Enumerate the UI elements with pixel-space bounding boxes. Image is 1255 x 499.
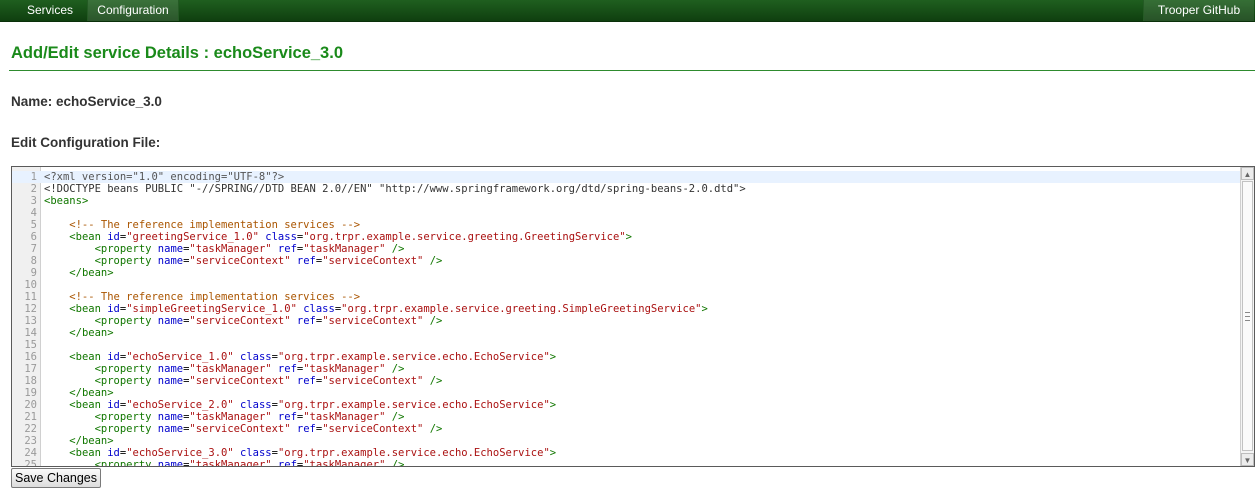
code-line[interactable]: 24 <bean id="echoService_3.0" class="org…: [12, 447, 1240, 459]
code-line[interactable]: 13 <property name="serviceContext" ref="…: [12, 315, 1240, 327]
code-line[interactable]: 11 <!-- The reference implementation ser…: [12, 291, 1240, 303]
line-number: 24: [24, 447, 37, 459]
line-number: 15: [24, 339, 37, 351]
line-number: 6: [30, 231, 37, 243]
line-number: 18: [24, 375, 37, 387]
line-number: 5: [30, 219, 37, 231]
line-code-text[interactable]: <property name="serviceContext" ref="ser…: [44, 423, 443, 435]
line-number: 21: [24, 411, 37, 423]
line-number: 4: [30, 207, 37, 219]
line-number: 14: [24, 327, 37, 339]
line-code-text[interactable]: <!-- The reference implementation servic…: [44, 219, 360, 231]
code-line[interactable]: 15: [12, 339, 1240, 351]
line-number: 13: [24, 315, 37, 327]
line-code-text[interactable]: <property name="serviceContext" ref="ser…: [44, 255, 443, 267]
code-line[interactable]: 21 <property name="taskManager" ref="tas…: [12, 411, 1240, 423]
line-code-text[interactable]: </bean>: [44, 327, 113, 339]
code-line[interactable]: 22 <property name="serviceContext" ref="…: [12, 423, 1240, 435]
code-line[interactable]: 2 <!DOCTYPE beans PUBLIC "-//SPRING//DTD …: [12, 183, 1240, 195]
code-line[interactable]: 19 </bean>: [12, 387, 1240, 399]
code-line[interactable]: 3 <beans>: [12, 195, 1240, 207]
code-line[interactable]: 6 <bean id="greetingService_1.0" class="…: [12, 231, 1240, 243]
line-code-text[interactable]: </bean>: [44, 267, 113, 279]
line-number: 3: [30, 195, 37, 207]
line-number: 7: [30, 243, 37, 255]
code-line[interactable]: 23 </bean>: [12, 435, 1240, 447]
scroll-thumb[interactable]: [1242, 181, 1253, 451]
line-number: 25: [24, 459, 37, 467]
line-number: 20: [24, 399, 37, 411]
nav-configuration-link[interactable]: Configuration: [87, 0, 179, 21]
nav-services-link[interactable]: Services: [15, 0, 85, 21]
line-code-text[interactable]: <?xml version="1.0" encoding="UTF-8"?>: [44, 171, 284, 183]
line-code-text[interactable]: <property name="serviceContext" ref="ser…: [44, 375, 443, 387]
edit-config-label: Edit Configuration File:: [11, 135, 161, 150]
line-code-text[interactable]: <!DOCTYPE beans PUBLIC "-//SPRING//DTD B…: [44, 183, 746, 195]
line-code-text[interactable]: <property name="serviceContext" ref="ser…: [44, 315, 443, 327]
editor-vertical-scrollbar[interactable]: ▲ ▼: [1240, 167, 1254, 466]
line-code-text[interactable]: <bean id="simpleGreetingService_1.0" cla…: [44, 303, 708, 315]
code-line[interactable]: 12 <bean id="simpleGreetingService_1.0" …: [12, 303, 1240, 315]
top-navbar: Services Configuration Trooper GitHub: [0, 0, 1255, 22]
code-line[interactable]: 8 <property name="serviceContext" ref="s…: [12, 255, 1240, 267]
nav-github-link[interactable]: Trooper GitHub: [1143, 0, 1254, 21]
scroll-up-arrow-icon[interactable]: ▲: [1241, 167, 1254, 180]
line-code-text[interactable]: <property name="taskManager" ref="taskMa…: [44, 243, 405, 255]
title-divider: [9, 70, 1255, 71]
line-number: 9: [30, 267, 37, 279]
service-name-label: Name: echoService_3.0: [11, 94, 162, 109]
code-line[interactable]: 17 <property name="taskManager" ref="tas…: [12, 363, 1240, 375]
line-code-text[interactable]: <!-- The reference implementation servic…: [44, 291, 360, 303]
line-code-text[interactable]: <bean id="echoService_1.0" class="org.tr…: [44, 351, 556, 363]
save-changes-button[interactable]: Save Changes: [11, 468, 102, 488]
code-line[interactable]: 14 </bean>: [12, 327, 1240, 339]
line-code-text[interactable]: <property name="taskManager" ref="taskMa…: [44, 411, 405, 423]
code-line[interactable]: 16 <bean id="echoService_1.0" class="org…: [12, 351, 1240, 363]
line-code-text[interactable]: <bean id="echoService_2.0" class="org.tr…: [44, 399, 556, 411]
line-number: 8: [30, 255, 37, 267]
line-number: 23: [24, 435, 37, 447]
line-code-text[interactable]: <beans>: [44, 195, 88, 207]
scroll-down-arrow-icon[interactable]: ▼: [1241, 453, 1254, 466]
line-number: 2: [30, 183, 37, 195]
code-line[interactable]: 5 <!-- The reference implementation serv…: [12, 219, 1240, 231]
code-line[interactable]: 18 <property name="serviceContext" ref="…: [12, 375, 1240, 387]
code-line[interactable]: 1 <?xml version="1.0" encoding="UTF-8"?>: [12, 171, 1240, 183]
line-number: 12: [24, 303, 37, 315]
code-line[interactable]: 25 <property name="taskManager" ref="tas…: [12, 459, 1240, 467]
code-line[interactable]: 7 <property name="taskManager" ref="task…: [12, 243, 1240, 255]
code-line[interactable]: 9 </bean>: [12, 267, 1240, 279]
line-code-text[interactable]: <bean id="echoService_3.0" class="org.tr…: [44, 447, 556, 459]
scroll-grip-icon: [1245, 312, 1250, 321]
line-code-text[interactable]: <property name="taskManager" ref="taskMa…: [44, 363, 405, 375]
line-number: 17: [24, 363, 37, 375]
line-code-text[interactable]: <bean id="greetingService_1.0" class="or…: [44, 231, 632, 243]
line-code-text[interactable]: </bean>: [44, 435, 113, 447]
line-number: 10: [24, 279, 37, 291]
page-title: Add/Edit service Details : echoService_3…: [11, 44, 343, 62]
line-number: 11: [24, 291, 37, 303]
line-code-text[interactable]: <property name="taskManager" ref="taskMa…: [44, 459, 405, 466]
line-number: 1: [30, 171, 37, 183]
code-line[interactable]: 20 <bean id="echoService_2.0" class="org…: [12, 399, 1240, 411]
config-code-editor[interactable]: 1 <?xml version="1.0" encoding="UTF-8"?> 2…: [11, 166, 1255, 467]
code-line[interactable]: 10: [12, 279, 1240, 291]
line-number: 19: [24, 387, 37, 399]
line-code-text[interactable]: </bean>: [44, 387, 113, 399]
code-line[interactable]: 4: [12, 207, 1240, 219]
line-number: 22: [24, 423, 37, 435]
line-number: 16: [24, 351, 37, 363]
code-area[interactable]: 1 <?xml version="1.0" encoding="UTF-8"?> 2…: [12, 171, 1240, 467]
